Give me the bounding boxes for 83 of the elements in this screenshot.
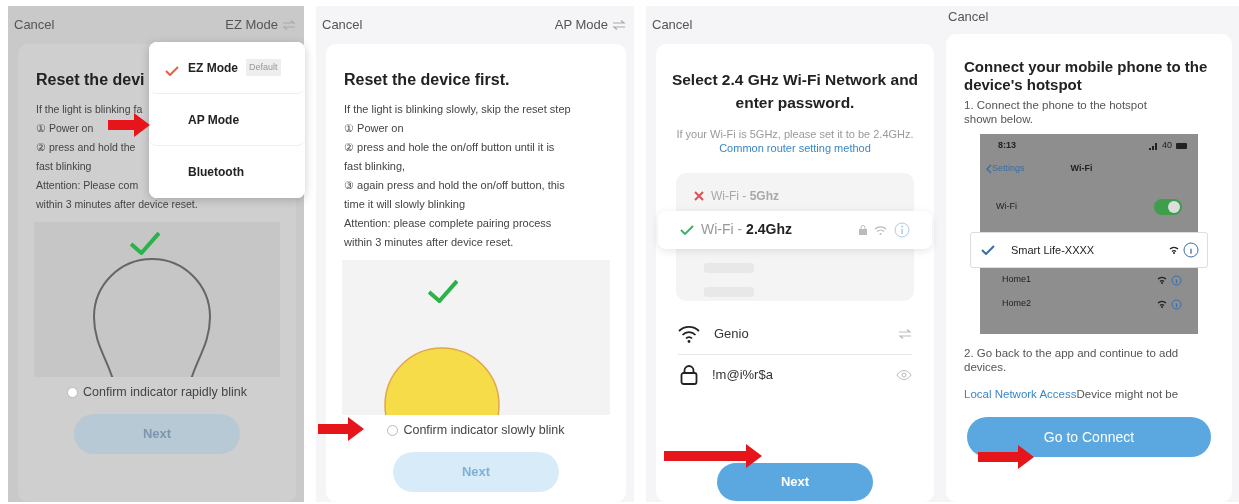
lock-icon — [680, 364, 698, 385]
hint-text: If your Wi-Fi is 5GHz, please set it to be 2.4GHz. Common router setting method — [675, 126, 915, 155]
instruction-text: within 3 minutes after device reset. — [344, 235, 514, 250]
instruction-text: If the light is blinking slowly, skip the reset step — [344, 102, 571, 117]
cancel-link[interactable]: Cancel — [322, 15, 363, 35]
step-text: 2. Go back to the app and continue to add devices. — [964, 346, 1180, 374]
instruction-text: fast blinking — [36, 159, 92, 174]
network-name: Home2 — [1002, 297, 1031, 311]
pointer-arrow-icon — [664, 443, 762, 469]
heading: Select 2.4 GHz Wi-Fi Network and enter password. — [670, 70, 920, 114]
swap-icon[interactable] — [612, 20, 626, 30]
mode-link[interactable]: EZ Mode — [225, 15, 278, 35]
radio-button[interactable] — [67, 386, 78, 398]
menu-item[interactable]: EZ Mode Default — [149, 42, 305, 94]
pointer-arrow-icon — [978, 444, 1034, 470]
cancel-link[interactable]: Cancel — [14, 15, 55, 35]
wifi-icon — [678, 325, 700, 343]
note-text: Device might not be — [1076, 388, 1179, 400]
radio-label: Confirm indicator slowly blink — [403, 422, 565, 439]
status-time: 8:13 — [998, 139, 1016, 153]
instruction-text: within 3 minutes after device reset. — [36, 197, 198, 212]
local-network-link[interactable]: Local Network Access — [964, 388, 1077, 400]
wifi-icon — [874, 224, 887, 235]
back-icon — [986, 164, 992, 174]
instruction-text: If the light is blinking fa — [36, 102, 143, 117]
radio-button[interactable] — [387, 424, 399, 436]
instruction-text: time it will slowly blinking — [344, 197, 466, 212]
check-icon — [130, 232, 160, 255]
connect-button[interactable]: Go to Connect — [967, 417, 1211, 458]
network-row[interactable]: Wi-Fi - 2.4Ghz — [658, 210, 932, 249]
menu-item-label: AP Mode — [188, 111, 240, 129]
network-row[interactable]: Home1 — [980, 268, 1198, 292]
instruction-text: Attention: Please com — [36, 178, 139, 193]
instruction-text: ② press and hole the on/off button until it is — [344, 140, 555, 155]
radio-label: Confirm indicator rapidly blink — [83, 384, 247, 401]
cross-icon — [694, 190, 704, 201]
network-name: Home1 — [1002, 273, 1031, 287]
swap-icon[interactable] — [898, 329, 912, 339]
check-icon — [428, 280, 458, 303]
next-button[interactable]: Next — [717, 462, 873, 501]
wifi-label: Wi-Fi — [996, 200, 1017, 214]
instruction-text: ③ again press and hold the on/off button, this — [344, 178, 565, 193]
signal-icon — [1149, 142, 1158, 150]
heading: Connect your mobile phone to the device's hotspot — [964, 58, 1209, 94]
screen-title: Wi-Fi — [1070, 162, 1093, 176]
network-row[interactable]: Smart Life-XXXX — [970, 232, 1208, 268]
info-icon — [1171, 298, 1182, 310]
network-name: Wi-Fi - 5Ghz — [711, 187, 780, 205]
wifi-icon — [1157, 300, 1167, 308]
wifi-icon — [1157, 276, 1167, 284]
heading: Reset the devi — [36, 70, 145, 90]
menu-item-label: Bluetooth — [188, 164, 244, 181]
ssid-field[interactable]: Genio — [714, 324, 884, 344]
info-icon — [1183, 242, 1199, 258]
wifi-icon — [1169, 246, 1179, 254]
network-type: 40 — [1162, 139, 1172, 153]
check-icon — [680, 224, 694, 235]
network-name: Smart Life-XXXX — [1011, 242, 1095, 258]
step-text: 1. Connect the phone to the hotspot shown below. — [964, 98, 1148, 126]
cancel-link[interactable]: Cancel — [948, 7, 989, 27]
check-icon — [981, 245, 995, 255]
wifi-toggle[interactable] — [1154, 199, 1182, 215]
network-row[interactable]: Home2 — [980, 292, 1198, 316]
eye-icon[interactable] — [896, 369, 912, 380]
default-badge: Default — [246, 58, 281, 77]
instruction-text: Attention: please complete pairing process — [344, 216, 552, 231]
instruction-text: ① Power on — [36, 121, 94, 136]
password-field[interactable]: !m@i%r$a — [712, 364, 882, 385]
info-icon — [1171, 274, 1182, 286]
instruction-text: ① Power on — [344, 121, 404, 136]
swap-icon[interactable] — [282, 20, 296, 30]
heading: Reset the device first. — [344, 70, 510, 90]
router-setting-link[interactable]: Common router setting method — [719, 141, 871, 154]
battery-icon — [1176, 143, 1188, 149]
cancel-link[interactable]: Cancel — [652, 15, 693, 35]
info-icon — [894, 221, 910, 238]
pointer-arrow-icon — [318, 416, 364, 442]
network-name: Wi-Fi - 2.4Ghz — [701, 220, 793, 239]
menu-item-label: EZ Mode — [188, 59, 238, 77]
lock-icon — [859, 224, 867, 235]
instruction-text: fast blinking, — [344, 159, 406, 174]
instruction-text: ② press and hold the — [36, 140, 136, 155]
mode-link[interactable]: AP Mode — [554, 15, 608, 35]
